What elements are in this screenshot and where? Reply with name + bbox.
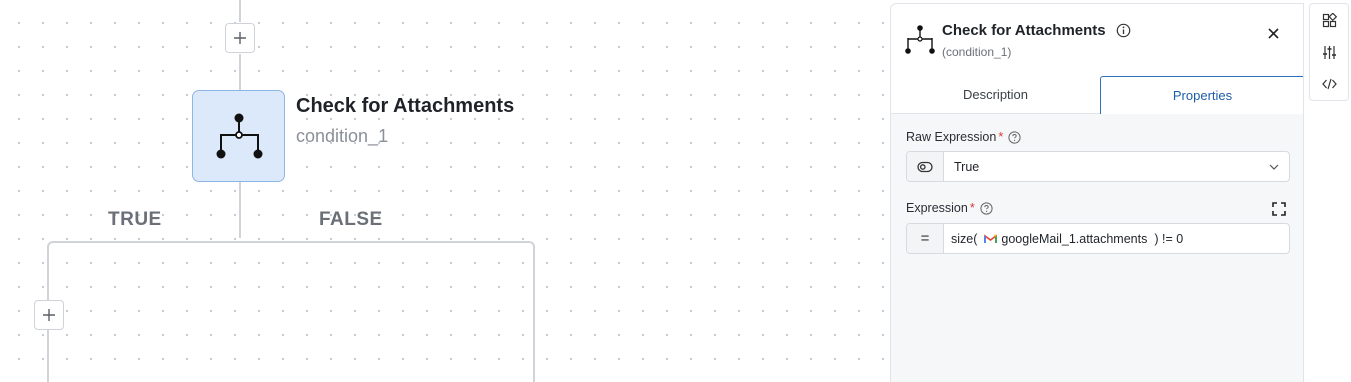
tab-properties[interactable]: Properties (1100, 76, 1303, 114)
chevron-down-icon[interactable] (1259, 152, 1289, 181)
equals-symbol: = (920, 230, 930, 247)
workflow-canvas[interactable]: Check for Attachments condition_1 TRUE F… (0, 0, 890, 382)
panel-tabs: Description Properties (891, 76, 1303, 114)
tab-description[interactable]: Description (891, 76, 1100, 114)
properties-form: Raw Expression * True Expression * = siz… (891, 114, 1303, 382)
connector-line-top (239, 0, 241, 22)
connector-line-mid (239, 54, 241, 90)
code-icon (1321, 78, 1337, 90)
branch-label-false: FALSE (319, 209, 383, 230)
expression-input[interactable]: = size( googleMail_1.attachments) != 0 (906, 223, 1290, 254)
close-icon (1267, 27, 1279, 39)
settings-sliders-button[interactable] (1309, 36, 1349, 68)
panel-header: Check for Attachments (condition_1) (891, 4, 1303, 76)
components-icon (1322, 12, 1337, 27)
side-toolbar (1309, 3, 1349, 101)
expression-value[interactable]: size( googleMail_1.attachments ) != 0 (944, 224, 1289, 253)
add-step-button-top[interactable] (225, 23, 255, 53)
condition-node[interactable] (192, 90, 285, 182)
variable-chip-text: googleMail_1.attachments (1001, 231, 1148, 246)
expression-text-before: size( (951, 231, 978, 246)
sliders-icon (1322, 45, 1336, 59)
add-step-button-true-branch[interactable] (34, 300, 64, 330)
panel-title: Check for Attachments (942, 22, 1106, 39)
gmail-icon (984, 233, 998, 244)
app-root: Check for Attachments condition_1 TRUE F… (0, 0, 1351, 382)
expression-text-after: ) != 0 (1154, 231, 1184, 246)
plus-icon (234, 32, 246, 44)
info-icon[interactable] (1116, 23, 1131, 38)
properties-panel: Check for Attachments (condition_1) Desc… (890, 3, 1304, 382)
branch-condition-icon (216, 113, 262, 159)
required-mark: * (998, 130, 1004, 144)
raw-expression-label: Raw Expression * (906, 130, 1021, 144)
help-icon[interactable] (1008, 130, 1021, 144)
branch-condition-icon (905, 25, 935, 54)
expression-label-text: Expression (906, 201, 968, 215)
help-icon[interactable] (980, 201, 993, 215)
variable-chip[interactable]: googleMail_1.attachments (981, 232, 1150, 246)
branch-container (47, 241, 535, 382)
expression-prefix: = (907, 224, 944, 253)
connector-line-bottom (239, 182, 241, 238)
raw-expression-prefix (907, 152, 944, 181)
close-button[interactable] (1264, 24, 1282, 42)
toggle-icon (917, 161, 933, 172)
plus-icon (43, 309, 55, 321)
node-id: condition_1 (296, 126, 389, 146)
expand-icon[interactable] (1271, 201, 1287, 217)
raw-expression-label-text: Raw Expression (906, 130, 997, 144)
components-button[interactable] (1309, 4, 1349, 36)
raw-expression-value: True (954, 159, 980, 174)
required-mark: * (969, 201, 975, 215)
expression-label: Expression * (906, 201, 993, 215)
node-title: Check for Attachments (296, 95, 515, 117)
panel-subtitle: (condition_1) (942, 45, 1012, 59)
code-view-button[interactable] (1309, 68, 1349, 100)
branch-label-true: TRUE (108, 209, 162, 230)
raw-expression-select[interactable]: True (906, 151, 1290, 182)
